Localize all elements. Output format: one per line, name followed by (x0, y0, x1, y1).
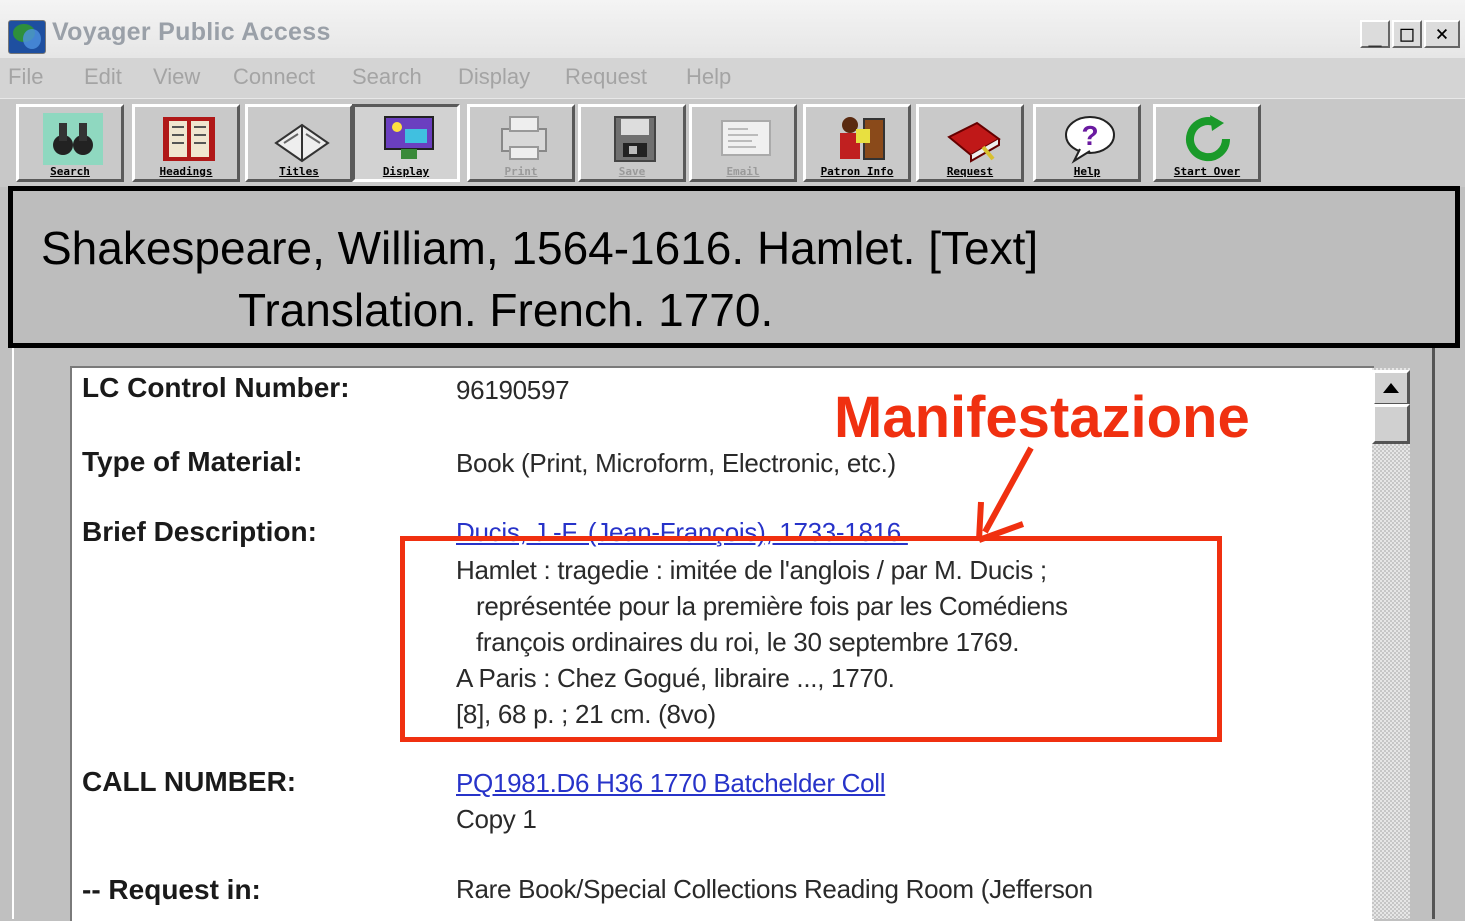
titles-button[interactable]: Titles (245, 104, 353, 182)
help-button[interactable]: ? Help (1033, 104, 1141, 182)
scroll-thumb[interactable] (1372, 404, 1410, 444)
lccn-label: LC Control Number: (82, 372, 350, 403)
email-button-label: Email (726, 165, 760, 178)
call-number-link[interactable]: PQ1981.D6 H36 1770 Batchelder Coll (456, 768, 885, 799)
help-icon: ? (1065, 116, 1115, 164)
svg-text:?: ? (1081, 120, 1098, 151)
patron-icon (840, 117, 885, 160)
request-button[interactable]: Request (916, 104, 1024, 182)
headings-button-label: Headings (159, 165, 213, 178)
start-over-button-label: Start Over (1173, 165, 1241, 178)
help-button-label: Help (1073, 165, 1101, 178)
brief-description-label: Brief Description: (82, 516, 317, 547)
scroll-up-button[interactable] (1372, 370, 1410, 406)
title-bar: Voyager Public Access _ □ × (0, 0, 1465, 59)
binoculars-icon (43, 113, 103, 165)
work-heading-banner: Shakespeare, William, 1564-1616. Hamlet.… (8, 186, 1460, 348)
menu-request[interactable]: Request (565, 64, 647, 90)
menu-display[interactable]: Display (458, 64, 530, 90)
email-button[interactable]: Email (689, 104, 797, 182)
start-over-button[interactable]: Start Over (1153, 104, 1261, 182)
menu-help[interactable]: Help (686, 64, 731, 90)
window-title: Voyager Public Access (52, 18, 331, 46)
close-button[interactable]: × (1424, 20, 1460, 48)
voyager-globe-icon (8, 20, 46, 54)
save-button-label: Save (618, 165, 646, 178)
display-button-label: Display (382, 165, 430, 178)
annotation-arrow-icon (976, 446, 1034, 543)
call-number-label: CALL NUMBER: (82, 766, 297, 797)
request-in-label: -- Request in: (82, 874, 261, 905)
headings-button[interactable]: Headings (132, 104, 240, 182)
print-button-label: Print (504, 165, 538, 178)
banner-heading-line1: Shakespeare, William, 1564-1616. Hamlet.… (41, 222, 1039, 274)
search-button-label: Search (50, 165, 90, 178)
display-button[interactable]: Display (352, 104, 460, 182)
vertical-scrollbar[interactable] (1372, 368, 1410, 919)
banner-heading-line2: Translation. French. 1770. (238, 284, 774, 336)
maximize-button[interactable]: □ (1392, 20, 1422, 48)
menu-edit[interactable]: Edit (84, 64, 122, 90)
menu-file[interactable]: File (8, 64, 43, 90)
window-right-edge (1432, 348, 1465, 919)
email-icon (721, 120, 771, 156)
manifestation-highlight-box (400, 536, 1222, 742)
minimize-button[interactable]: _ (1360, 20, 1390, 48)
request-button-label: Request (946, 165, 994, 178)
open-book-icon (274, 123, 330, 163)
save-button[interactable]: Save (578, 104, 686, 182)
floppy-disk-icon (614, 116, 656, 162)
type-of-material-label: Type of Material: (82, 446, 303, 477)
patron-info-button-label: Patron Info (820, 165, 894, 178)
type-of-material-value: Book (Print, Microform, Electronic, etc.… (456, 448, 896, 478)
menu-view[interactable]: View (153, 64, 200, 90)
lccn-value: 96190597 (456, 375, 570, 405)
search-button[interactable]: Search (16, 104, 124, 182)
copy-number: Copy 1 (456, 804, 537, 834)
request-in-value: Rare Book/Special Collections Reading Ro… (456, 874, 1093, 904)
menu-search[interactable]: Search (352, 64, 422, 90)
card-catalog-icon (163, 117, 215, 161)
print-button[interactable]: Print (467, 104, 575, 182)
menu-bar (0, 58, 1465, 98)
start-over-icon (1186, 115, 1231, 162)
titles-button-label: Titles (279, 165, 319, 178)
menu-connect[interactable]: Connect (233, 64, 315, 90)
book-request-icon (947, 121, 1001, 163)
display-screen-icon (384, 116, 434, 159)
printer-icon (501, 116, 547, 160)
patron-info-button[interactable]: Patron Info (803, 104, 911, 182)
up-arrow-icon (1383, 383, 1399, 393)
